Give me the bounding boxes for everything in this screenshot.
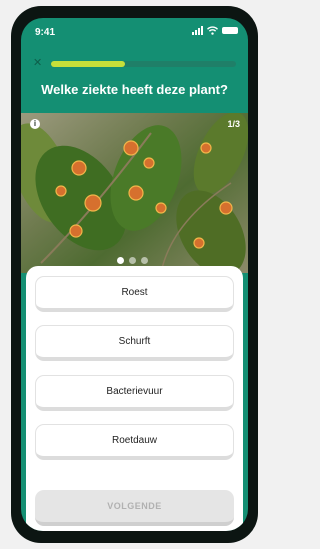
plant-photo[interactable]: i 1/3	[21, 113, 248, 273]
plant-leaves-illustration	[21, 113, 248, 273]
carousel-dot[interactable]	[117, 257, 124, 264]
answer-option-roest[interactable]: Roest	[35, 276, 234, 312]
carousel-dot[interactable]	[141, 257, 148, 264]
image-counter: 1/3	[227, 119, 240, 129]
status-time: 9:41	[35, 27, 56, 38]
info-icon[interactable]: i	[30, 119, 40, 129]
progress-bar	[51, 61, 236, 67]
carousel-dots	[117, 257, 148, 264]
answer-sheet: Roest Schurft Bacterievuur Roetdauw VOLG…	[26, 266, 243, 531]
quiz-header: ✕	[21, 56, 248, 74]
signal-icon	[192, 26, 203, 35]
carousel-dot[interactable]	[129, 257, 136, 264]
question-title: Welke ziekte heeft deze plant?	[41, 82, 228, 97]
progress-bar-fill	[51, 61, 125, 67]
system-icons	[192, 26, 238, 35]
app-screen: 9:41 ✕ Welke ziekte heeft deze plant? i …	[21, 18, 248, 531]
answer-option-schurft[interactable]: Schurft	[35, 325, 234, 361]
answer-option-roetdauw[interactable]: Roetdauw	[35, 424, 234, 460]
battery-icon	[222, 27, 238, 34]
status-bar: 9:41	[21, 18, 248, 48]
phone-frame: 9:41 ✕ Welke ziekte heeft deze plant? i …	[11, 6, 258, 543]
answer-option-bacterievuur[interactable]: Bacterievuur	[35, 375, 234, 411]
wifi-icon	[207, 26, 218, 35]
close-icon[interactable]: ✕	[33, 58, 42, 69]
next-button[interactable]: VOLGENDE	[35, 490, 234, 526]
